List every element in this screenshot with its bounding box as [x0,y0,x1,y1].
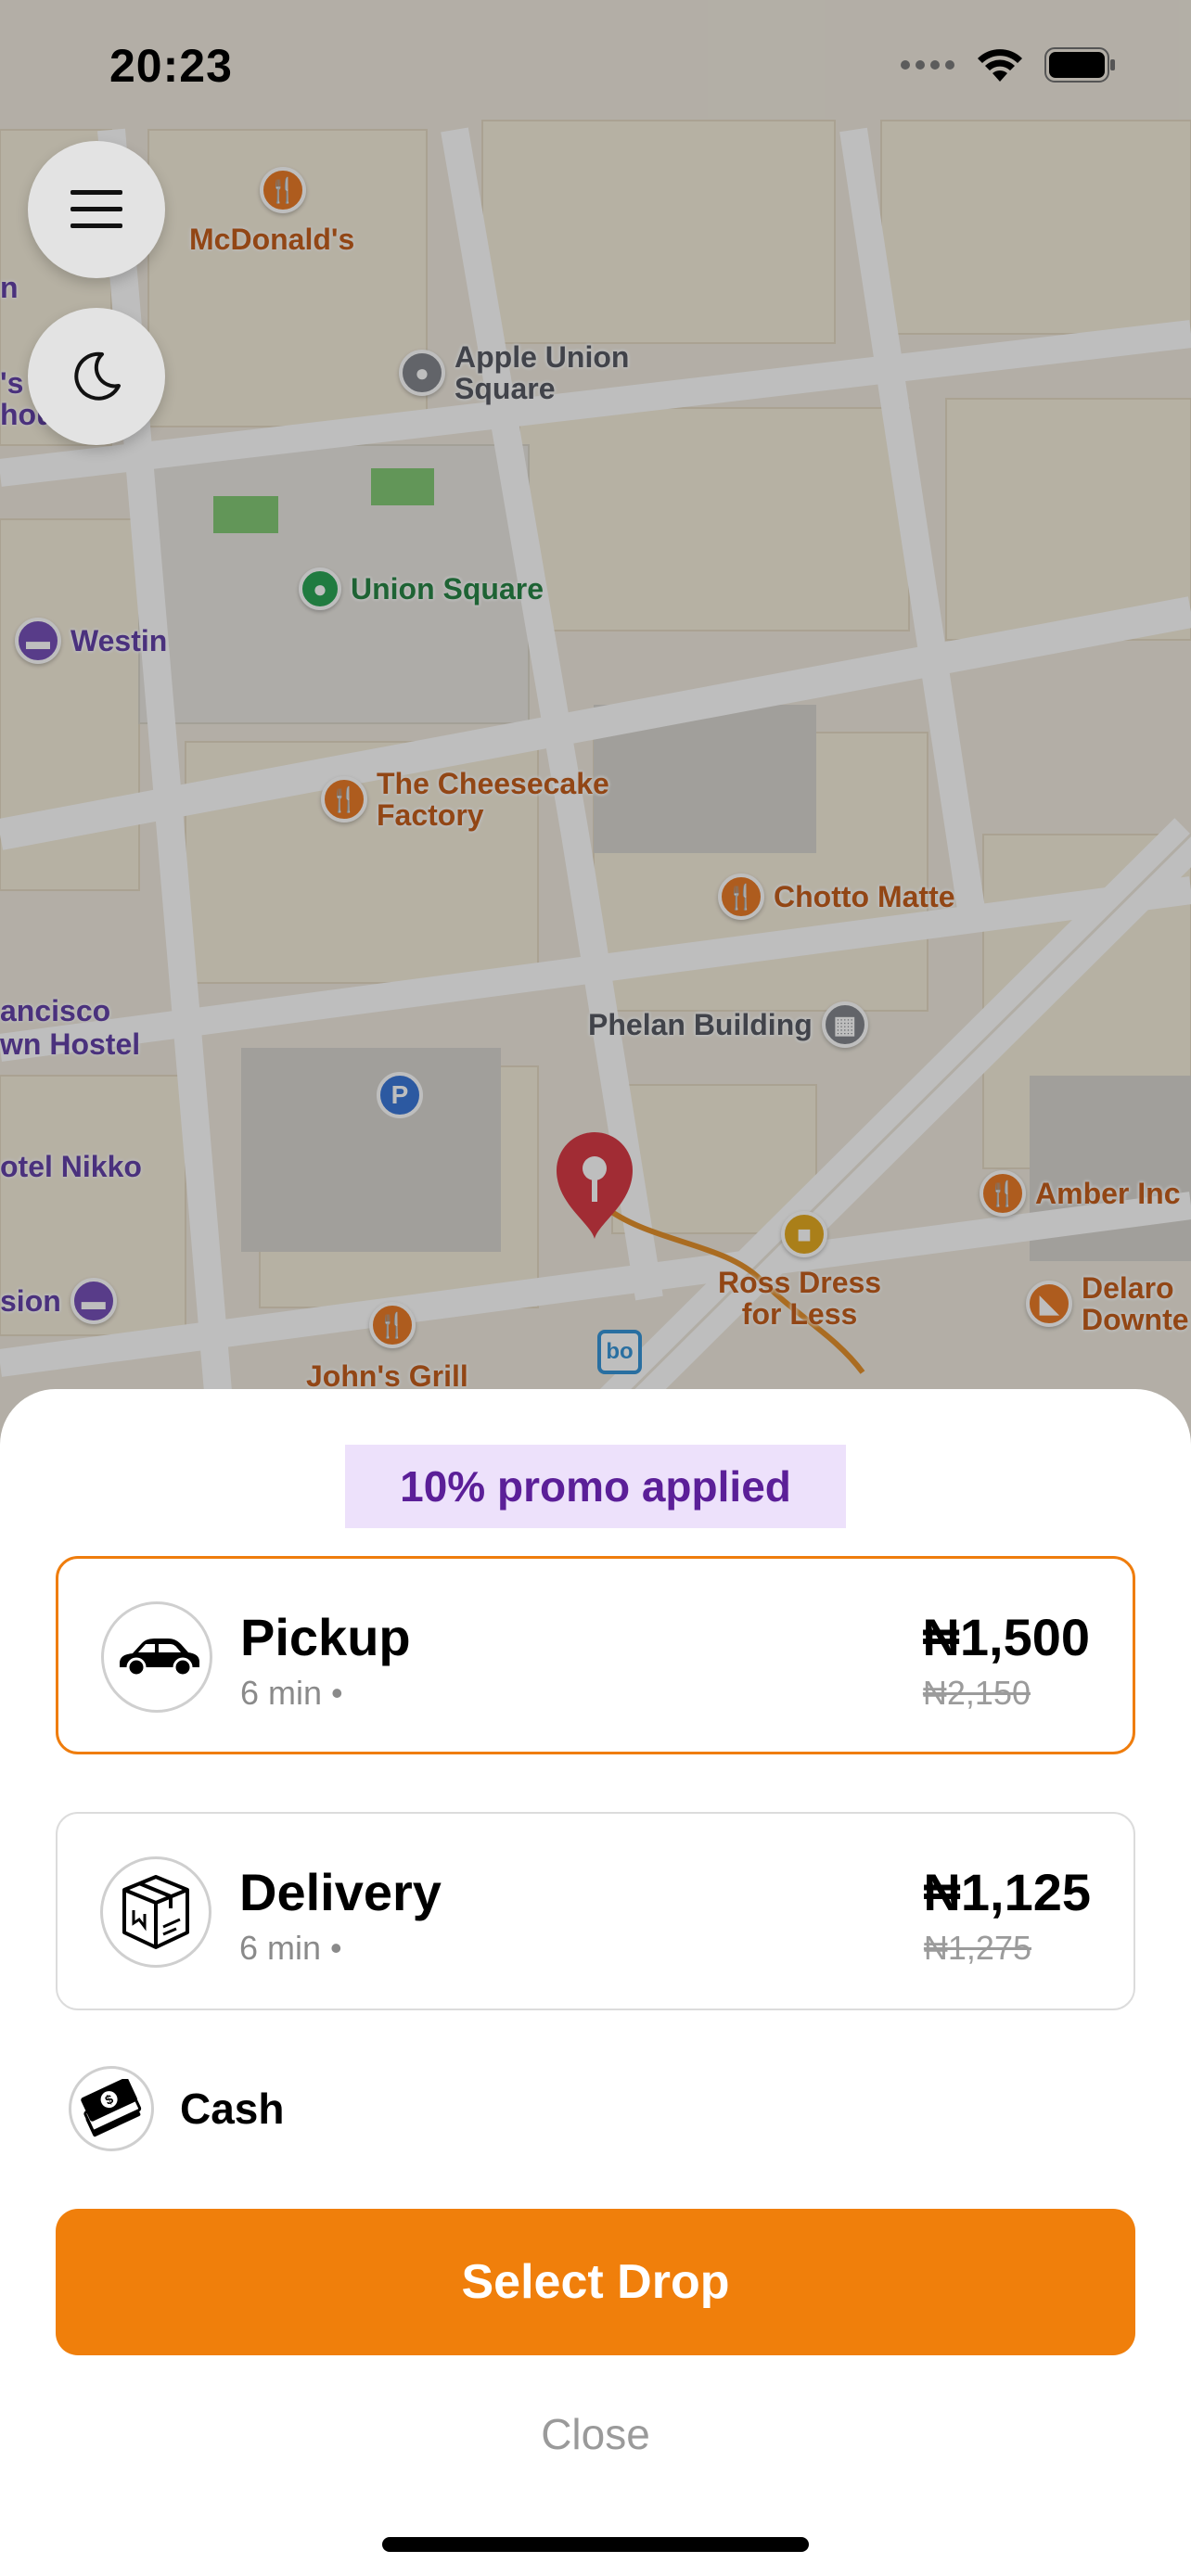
wifi-icon [978,49,1022,82]
status-bar: 20:23 [0,0,1191,130]
ride-option-delivery[interactable]: Delivery 6 min • ₦1,125 ₦1,275 [56,1812,1135,2010]
ride-option-name: Pickup [240,1608,411,1666]
payment-method-selector[interactable]: $ Cash [69,2066,284,2151]
ride-options-sheet: 10% promo applied Pickup 6 min • ₦1,500 … [0,1389,1191,2576]
car-icon [120,1639,199,1677]
status-time: 20:23 [109,40,233,92]
signal-dots-icon [901,60,954,70]
payment-icon-wrapper: $ [69,2066,154,2151]
select-drop-button[interactable]: Select Drop [56,2209,1135,2355]
ride-option-price: ₦1,500 [922,1608,1090,1666]
moon-icon [74,351,121,401]
ride-option-icon [101,1601,212,1713]
status-icons [900,46,1117,83]
battery-icon [1044,47,1115,83]
menu-button[interactable] [28,141,165,278]
ride-option-price: ₦1,125 [923,1863,1091,1921]
dark-mode-button[interactable] [28,308,165,445]
payment-method-label: Cash [180,2085,285,2133]
ride-option-eta: 6 min • [239,1929,342,1967]
cash-money-icon: $ [81,2079,142,2137]
ride-option-pickup[interactable]: Pickup 6 min • ₦1,500 ₦2,150 [56,1556,1135,1754]
ride-option-name: Delivery [239,1863,442,1921]
ride-option-old-price: ₦1,275 [923,1929,1031,1967]
home-indicator [382,2537,809,2552]
ride-option-old-price: ₦2,150 [922,1674,1031,1712]
hamburger-menu-icon [70,190,122,228]
package-box-icon [122,1875,189,1949]
ride-option-icon [100,1856,211,1968]
ride-option-eta: 6 min • [240,1674,343,1712]
promo-badge: 10% promo applied [345,1445,846,1528]
map-dim-overlay [0,0,1191,1447]
close-button[interactable]: Close [0,2409,1191,2459]
